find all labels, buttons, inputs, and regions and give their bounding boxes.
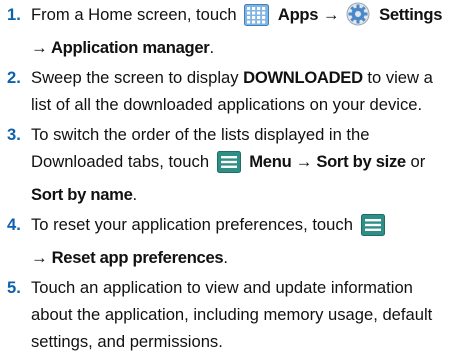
step-text: settings, and permissions. bbox=[31, 332, 223, 351]
reset-app-preferences-label: Reset app preferences bbox=[51, 248, 224, 267]
arrow: → bbox=[322, 5, 344, 24]
step-text: Downloaded tabs, touch bbox=[31, 152, 214, 171]
step-text: To switch the order of the lists display… bbox=[31, 125, 370, 144]
menu-label: Menu bbox=[249, 152, 292, 171]
sort-by-name-label: Sort by name bbox=[31, 185, 133, 204]
sort-by-size-label: Sort by size bbox=[316, 152, 406, 171]
step-text: Sweep the screen to display bbox=[31, 68, 244, 87]
step-text: To reset your application preferences, t… bbox=[31, 215, 358, 234]
step-1: 1. From a Home screen, touch Apps → Sett… bbox=[4, 1, 472, 61]
period: . bbox=[209, 38, 215, 57]
application-manager-label: Application manager bbox=[51, 38, 210, 57]
settings-label: Settings bbox=[379, 5, 443, 24]
step-4: 4. To reset your application preferences… bbox=[4, 211, 472, 271]
arrow: → bbox=[31, 248, 52, 267]
step-number: 3. bbox=[7, 125, 21, 144]
apps-grid-icon bbox=[244, 4, 270, 34]
step-text: about the application, including memory … bbox=[31, 305, 433, 324]
menu-icon bbox=[216, 151, 241, 181]
arrow: → bbox=[291, 152, 317, 171]
period: . bbox=[223, 248, 228, 267]
step-text: or bbox=[405, 152, 426, 171]
settings-gear-icon bbox=[346, 2, 370, 34]
step-text: Touch an application to view and update … bbox=[31, 278, 413, 297]
step-text: From a Home screen, touch bbox=[31, 5, 242, 24]
step-number: 2. bbox=[7, 68, 21, 87]
step-5: 5. Touch an application to view and upda… bbox=[4, 274, 472, 355]
step-3: 3. To switch the order of the lists disp… bbox=[4, 121, 472, 208]
period: . bbox=[132, 185, 138, 204]
step-number: 1. bbox=[7, 5, 21, 24]
instruction-steps: 1. From a Home screen, touch Apps → Sett… bbox=[4, 1, 472, 358]
downloaded-label: DOWNLOADED bbox=[243, 68, 363, 87]
step-number: 5. bbox=[7, 278, 21, 297]
menu-icon bbox=[360, 214, 385, 244]
apps-label: Apps bbox=[277, 5, 319, 24]
arrow: → bbox=[31, 38, 51, 57]
step-number: 4. bbox=[7, 215, 21, 234]
step-2: 2. Sweep the screen to display DOWNLOADE… bbox=[4, 64, 472, 118]
step-text: list of all the downloaded applications … bbox=[31, 95, 423, 114]
step-text: to view a bbox=[362, 68, 433, 87]
